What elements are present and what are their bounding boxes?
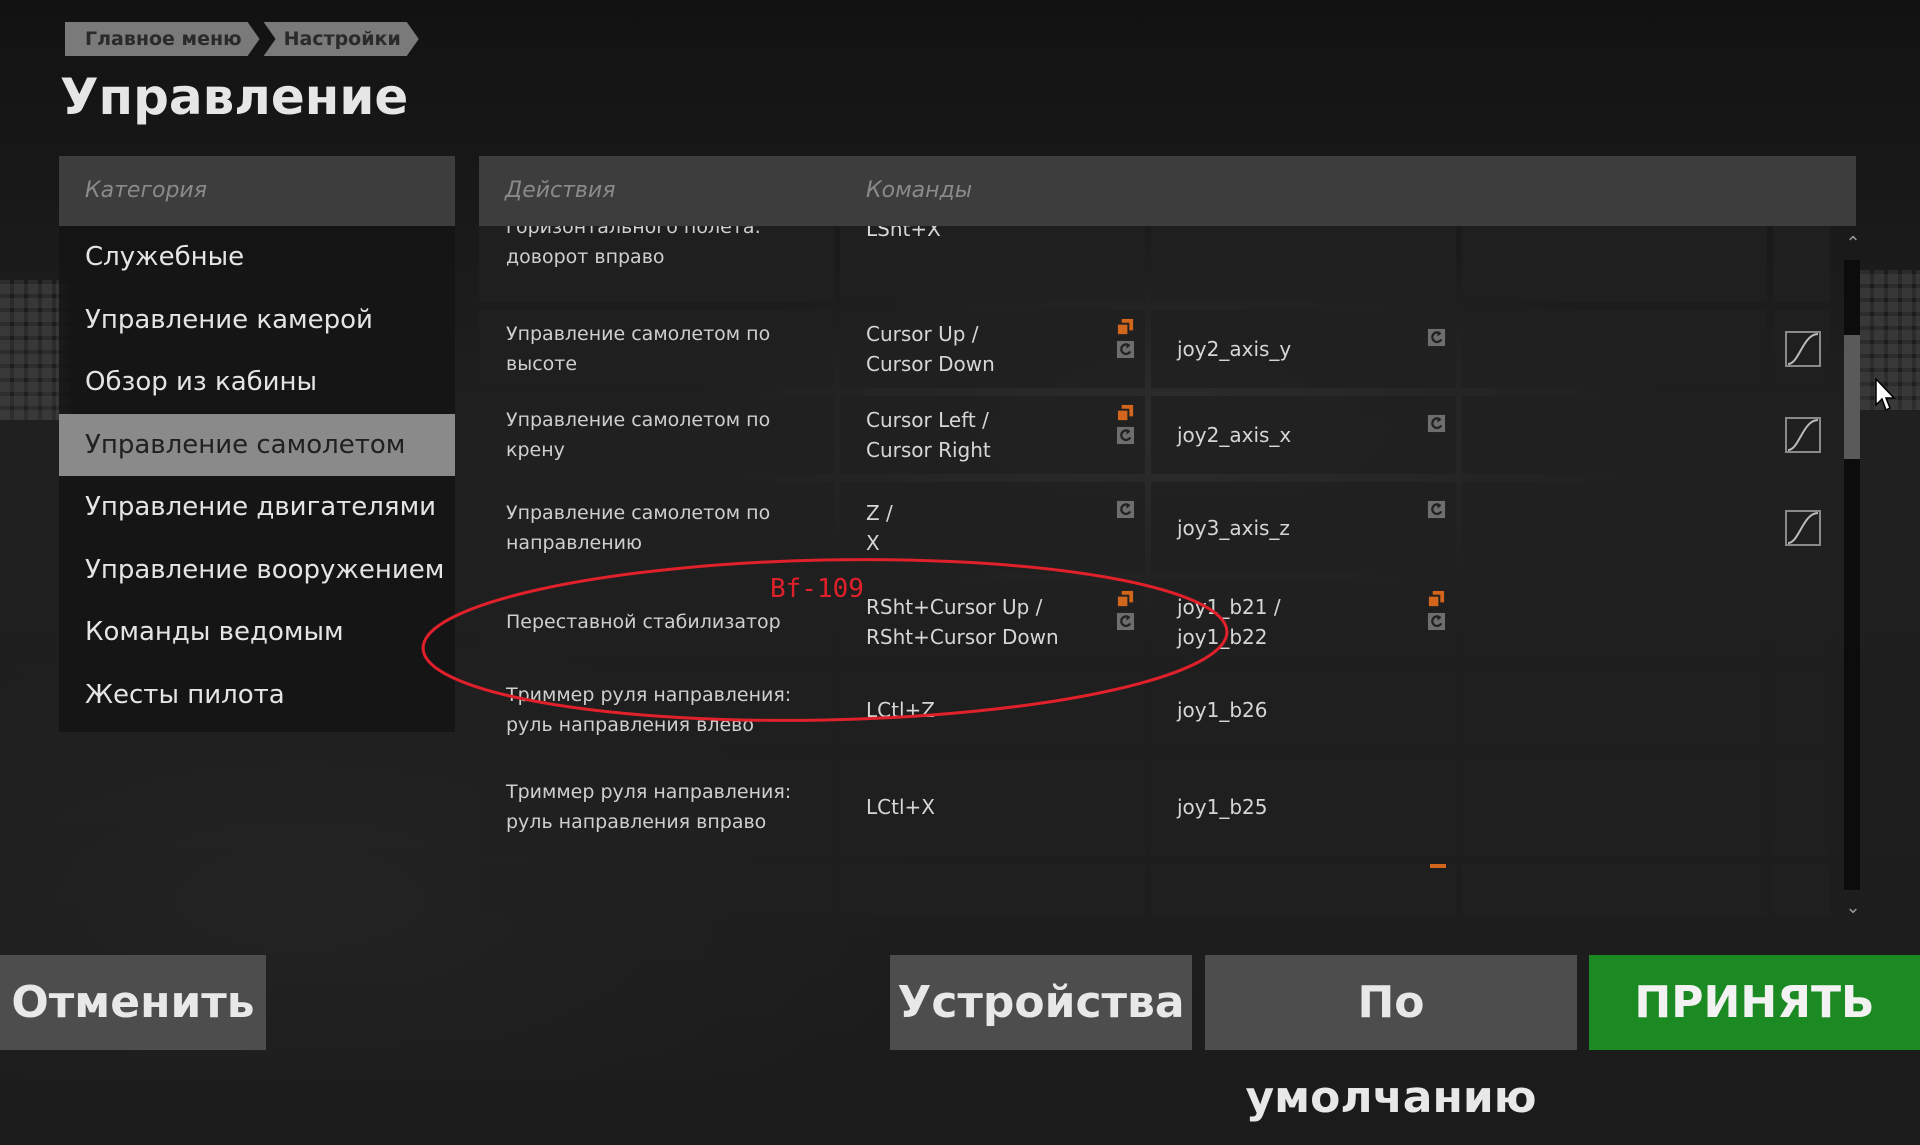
page-title: Управление — [60, 68, 409, 126]
table-row[interactable]: Триммер руля направления: руль направлен… — [479, 758, 1830, 856]
keyboard-binding[interactable]: LSht+X — [866, 226, 941, 244]
action-label: Управление самолетом по крену — [506, 409, 771, 461]
commands-header: Команды — [840, 156, 1856, 226]
category-item-service[interactable]: Служебные — [59, 226, 455, 289]
action-label: Триммер руля направления: руль направлен… — [506, 684, 792, 736]
action-label: горизонтального полета: доворот вправо — [506, 226, 761, 268]
category-item-aircraft-control[interactable]: Управление самолетом — [59, 413, 455, 476]
reset-binding-icon[interactable] — [1116, 426, 1135, 445]
category-item-cockpit-view[interactable]: Обзор из кабины — [59, 351, 455, 414]
action-label: Переставной стабилизатор — [506, 611, 781, 633]
reset-binding-icon[interactable] — [1427, 612, 1446, 631]
category-item-pilot-gestures[interactable]: Жесты пилота — [59, 664, 455, 727]
defaults-button[interactable]: По умолчанию — [1205, 955, 1577, 1123]
table-row[interactable]: Управление самолетом по крену Cursor Lef… — [479, 396, 1830, 474]
reset-binding-icon[interactable] — [1116, 340, 1135, 359]
copy-binding-icon[interactable] — [1430, 864, 1446, 868]
category-item-weapons[interactable]: Управление вооружением — [59, 539, 455, 602]
table-row[interactable]: Управление самолетом по высоте Cursor Up… — [479, 310, 1830, 388]
reset-binding-icon[interactable] — [1427, 328, 1446, 347]
device-binding[interactable]: joy1_b25 — [1177, 792, 1268, 822]
category-item-wingmen[interactable]: Команды ведомым — [59, 601, 455, 664]
action-label: Управление самолетом по направлению — [506, 502, 771, 554]
accept-button[interactable]: ПРИНЯТЬ — [1589, 955, 1920, 1050]
keyboard-binding[interactable]: RSht+Cursor Up / RSht+Cursor Down — [866, 592, 1059, 652]
device-binding[interactable]: joy3_axis_z — [1177, 513, 1290, 543]
category-item-engines[interactable]: Управление двигателями — [59, 476, 455, 539]
cancel-button[interactable]: Отменить — [0, 955, 266, 1050]
table-row[interactable]: Переставной стабилизатор RSht+Cursor Up … — [479, 582, 1830, 662]
category-panel: Категория Служебные Управление камерой О… — [59, 156, 455, 732]
breadcrumb-settings[interactable]: Настройки — [264, 22, 419, 56]
table-row[interactable]: Управление самолетом по направлению Z / … — [479, 482, 1830, 574]
action-label: Триммер руля направления: руль направлен… — [506, 781, 792, 833]
keyboard-binding[interactable]: Cursor Up / Cursor Down — [866, 319, 995, 379]
response-curve-icon[interactable] — [1785, 331, 1821, 367]
device-binding[interactable]: joy2_axis_y — [1177, 334, 1291, 364]
keyboard-binding[interactable]: LCtl+X — [866, 792, 935, 822]
copy-binding-icon[interactable] — [1116, 590, 1135, 609]
action-label: Управление самолетом по высоте — [506, 323, 771, 375]
keyboard-binding[interactable]: LCtl+Z — [866, 695, 935, 725]
actions-header: Действия — [479, 156, 860, 226]
chevron-up-icon[interactable]: ⌃ — [1843, 233, 1863, 254]
table-row[interactable]: Триммер руля направления: руль направлен… — [479, 670, 1830, 750]
bindings-table: горизонтального полета: доворот вправо L… — [479, 226, 1830, 916]
reset-binding-icon[interactable] — [1427, 414, 1446, 433]
table-row[interactable] — [479, 864, 1830, 916]
device-binding[interactable]: joy1_b21 / joy1_b22 — [1177, 592, 1281, 652]
device-binding[interactable]: joy1_b26 — [1177, 695, 1268, 725]
table-row[interactable]: горизонтального полета: доворот вправо L… — [479, 226, 1830, 302]
breadcrumb: Главное меню Настройки — [65, 22, 423, 56]
copy-binding-icon[interactable] — [1116, 404, 1135, 423]
scrollbar[interactable] — [1844, 260, 1860, 890]
keyboard-binding[interactable]: Cursor Left / Cursor Right — [866, 405, 991, 465]
response-curve-icon[interactable] — [1785, 510, 1821, 546]
device-binding[interactable]: joy2_axis_x — [1177, 420, 1291, 450]
devices-button[interactable]: Устройства — [890, 955, 1192, 1050]
copy-binding-icon[interactable] — [1427, 590, 1446, 609]
category-item-camera[interactable]: Управление камерой — [59, 289, 455, 352]
reset-binding-icon[interactable] — [1116, 500, 1135, 519]
breadcrumb-main-menu[interactable]: Главное меню — [65, 22, 260, 56]
scrollbar-thumb[interactable] — [1844, 335, 1860, 459]
copy-binding-icon[interactable] — [1116, 318, 1135, 337]
mouse-cursor-icon — [1875, 378, 1896, 412]
response-curve-icon[interactable] — [1785, 417, 1821, 453]
chevron-down-icon[interactable]: ⌄ — [1843, 897, 1863, 918]
reset-binding-icon[interactable] — [1427, 500, 1446, 519]
keyboard-binding[interactable]: Z / X — [866, 498, 893, 558]
annotation-label: Bf-109 — [770, 574, 864, 604]
category-header: Категория — [59, 156, 455, 226]
reset-binding-icon[interactable] — [1116, 612, 1135, 631]
